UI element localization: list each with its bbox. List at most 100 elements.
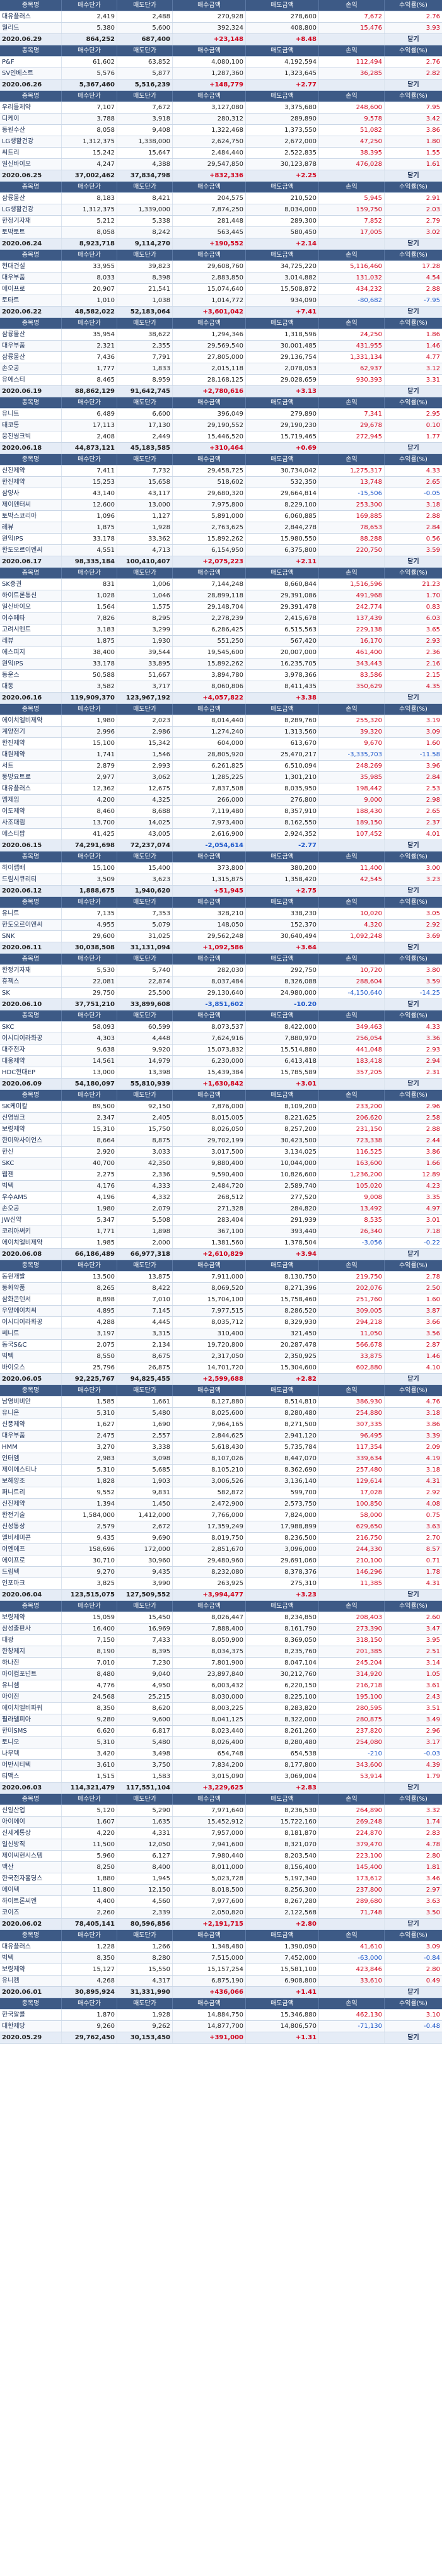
stock-name[interactable]: 필라델피아 bbox=[0, 1714, 62, 1725]
fold-button[interactable]: 닫기 bbox=[385, 1374, 442, 1385]
stock-name[interactable]: 빅텍 bbox=[0, 1181, 62, 1191]
fold-button[interactable]: 닫기 bbox=[385, 238, 442, 249]
stock-name[interactable]: 유니셈 bbox=[0, 1680, 62, 1691]
stock-name[interactable]: 하나진 bbox=[0, 1658, 62, 1668]
stock-name[interactable]: 레뷰 bbox=[0, 522, 62, 533]
stock-name[interactable]: 이엔에프 bbox=[0, 1544, 62, 1555]
stock-name[interactable]: 동원개발 bbox=[0, 1272, 62, 1282]
stock-name[interactable]: 신진제약 bbox=[0, 465, 62, 476]
fold-button[interactable]: 닫기 bbox=[385, 1783, 442, 1793]
stock-name[interactable]: 보령제약 bbox=[0, 1964, 62, 1975]
stock-name[interactable]: 보령제약 bbox=[0, 1612, 62, 1623]
fold-button[interactable]: 닫기 bbox=[385, 386, 442, 397]
stock-name[interactable]: 이시디이라화공 bbox=[0, 1033, 62, 1044]
stock-name[interactable]: 한진제약 bbox=[0, 477, 62, 488]
stock-name[interactable]: 티맥스 bbox=[0, 1771, 62, 1782]
stock-name[interactable]: 아이컴포넌트 bbox=[0, 1669, 62, 1680]
stock-name[interactable]: 유니켐 bbox=[0, 1976, 62, 1986]
stock-name[interactable]: 신영씽크 bbox=[0, 1113, 62, 1123]
fold-button[interactable]: 닫기 bbox=[385, 942, 442, 953]
stock-name[interactable]: 백산 bbox=[0, 1862, 62, 1873]
stock-name[interactable]: 신세계통상 bbox=[0, 1828, 62, 1839]
stock-name[interactable]: 한도오르이엔씨 bbox=[0, 545, 62, 556]
stock-name[interactable]: 유니트 bbox=[0, 908, 62, 919]
stock-name[interactable]: 엘비세미콘 bbox=[0, 1533, 62, 1543]
stock-name[interactable]: 동원수산 bbox=[0, 125, 62, 136]
stock-name[interactable]: 동운스 bbox=[0, 670, 62, 681]
stock-name[interactable]: SNK bbox=[0, 931, 62, 942]
stock-name[interactable]: 한국전자홀딩스 bbox=[0, 1873, 62, 1884]
stock-name[interactable]: 현대건설 bbox=[0, 261, 62, 272]
stock-name[interactable]: 퍼니트리 bbox=[0, 1487, 62, 1498]
stock-name[interactable]: 씨트리 bbox=[0, 148, 62, 158]
stock-name[interactable]: 에이프로 bbox=[0, 284, 62, 295]
stock-name[interactable]: 이도제약 bbox=[0, 806, 62, 817]
stock-name[interactable]: 대웅제약 bbox=[0, 1056, 62, 1067]
stock-name[interactable]: 멤제임 bbox=[0, 795, 62, 805]
stock-name[interactable]: 바이오스 bbox=[0, 1362, 62, 1373]
stock-name[interactable]: 한국알콜 bbox=[0, 2010, 62, 2020]
fold-button[interactable]: 닫기 bbox=[385, 556, 442, 567]
stock-name[interactable]: LG생활건강 bbox=[0, 204, 62, 215]
stock-name[interactable]: 대유플러스 bbox=[0, 783, 62, 794]
stock-name[interactable]: 에이치엘비제약 bbox=[0, 715, 62, 726]
stock-name[interactable]: 드림시큐리티 bbox=[0, 874, 62, 885]
stock-name[interactable]: 빅텍 bbox=[0, 1953, 62, 1964]
stock-name[interactable]: 고려시멘트 bbox=[0, 624, 62, 635]
stock-name[interactable]: 휴젝스 bbox=[0, 976, 62, 987]
stock-name[interactable]: 삼륭물산 bbox=[0, 329, 62, 340]
stock-name[interactable]: 코리아써키 bbox=[0, 1226, 62, 1237]
stock-name[interactable]: 하이트론씨엔 bbox=[0, 1896, 62, 1907]
stock-name[interactable]: P&F bbox=[0, 57, 62, 67]
stock-name[interactable]: 보해양조 bbox=[0, 1476, 62, 1487]
stock-name[interactable]: 삼륭물산 bbox=[0, 352, 62, 363]
stock-name[interactable]: HMM bbox=[0, 1442, 62, 1453]
stock-name[interactable]: 삼화콘덴서 bbox=[0, 1294, 62, 1305]
stock-name[interactable]: 원익IPS bbox=[0, 659, 62, 669]
stock-name[interactable]: 삼륭물산 bbox=[0, 193, 62, 204]
stock-name[interactable]: 신풍제약 bbox=[0, 1419, 62, 1430]
stock-name[interactable]: 토박토트 bbox=[0, 227, 62, 238]
stock-name[interactable]: 대우부품 bbox=[0, 341, 62, 351]
stock-name[interactable]: SK증권 bbox=[0, 579, 62, 590]
stock-name[interactable]: HDC현대EP bbox=[0, 1067, 62, 1078]
stock-name[interactable]: 한진제약 bbox=[0, 738, 62, 749]
stock-name[interactable]: 제이에스티나 bbox=[0, 1465, 62, 1475]
stock-name[interactable]: 제이엔터씨 bbox=[0, 500, 62, 510]
fold-button[interactable]: 닫기 bbox=[385, 2032, 442, 2043]
stock-name[interactable]: 유에스티 bbox=[0, 375, 62, 385]
fold-button[interactable]: 닫기 bbox=[385, 307, 442, 317]
fold-button[interactable]: 닫기 bbox=[385, 1987, 442, 1998]
stock-name[interactable]: 남영비비안 bbox=[0, 1396, 62, 1407]
stock-name[interactable]: 일신방직 bbox=[0, 1839, 62, 1850]
stock-name[interactable]: 우양에이치씨 bbox=[0, 1306, 62, 1316]
stock-name[interactable]: 토니오 bbox=[0, 1737, 62, 1748]
stock-name[interactable]: 삼양사 bbox=[0, 488, 62, 499]
stock-name[interactable]: 한창제지 bbox=[0, 1646, 62, 1657]
stock-name[interactable]: 손오공 bbox=[0, 363, 62, 374]
stock-name[interactable]: 대원제약 bbox=[0, 749, 62, 760]
fold-button[interactable]: 닫기 bbox=[385, 79, 442, 90]
stock-name[interactable]: 제이씨현시스템 bbox=[0, 1851, 62, 1861]
stock-name[interactable]: 월리드 bbox=[0, 23, 62, 33]
stock-name[interactable]: 어반시티텍 bbox=[0, 1760, 62, 1771]
stock-name[interactable]: 태광 bbox=[0, 1635, 62, 1646]
stock-name[interactable]: SKC bbox=[0, 1022, 62, 1033]
stock-name[interactable]: 신진제약 bbox=[0, 1499, 62, 1509]
stock-name[interactable]: 원익IPS bbox=[0, 534, 62, 544]
stock-name[interactable]: 삼성출판사 bbox=[0, 1624, 62, 1634]
stock-name[interactable]: 대유플러스 bbox=[0, 11, 62, 22]
stock-name[interactable]: 우리들제약 bbox=[0, 102, 62, 113]
fold-button[interactable]: 닫기 bbox=[385, 34, 442, 45]
stock-name[interactable]: 드림텍 bbox=[0, 1567, 62, 1578]
fold-button[interactable]: 닫기 bbox=[385, 693, 442, 703]
fold-button[interactable]: 닫기 bbox=[385, 443, 442, 454]
stock-name[interactable]: 동화약품 bbox=[0, 1283, 62, 1294]
stock-name[interactable]: 한미SMS bbox=[0, 1726, 62, 1736]
stock-name[interactable]: 하이트론통신 bbox=[0, 590, 62, 601]
stock-name[interactable]: 동국S&C bbox=[0, 1340, 62, 1350]
stock-name[interactable]: SK케미칼 bbox=[0, 1101, 62, 1112]
stock-name[interactable]: JW신약 bbox=[0, 1215, 62, 1226]
stock-name[interactable]: 계양전기 bbox=[0, 727, 62, 737]
fold-button[interactable]: 닫기 bbox=[385, 1249, 442, 1260]
